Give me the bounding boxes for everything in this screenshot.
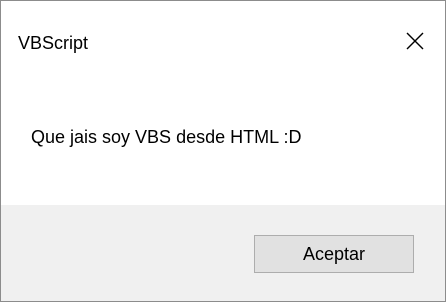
message-box-dialog: VBScript Que jais soy VBS desde HTML :D … bbox=[0, 0, 446, 302]
title-bar[interactable]: VBScript bbox=[1, 1, 445, 65]
button-bar: Aceptar bbox=[1, 205, 445, 301]
message-text: Que jais soy VBS desde HTML :D bbox=[31, 127, 302, 147]
close-button[interactable] bbox=[385, 17, 445, 65]
close-icon bbox=[406, 32, 424, 50]
ok-button[interactable]: Aceptar bbox=[254, 235, 414, 273]
window-title: VBScript bbox=[18, 33, 89, 53]
message-area: Que jais soy VBS desde HTML :D bbox=[1, 65, 445, 205]
